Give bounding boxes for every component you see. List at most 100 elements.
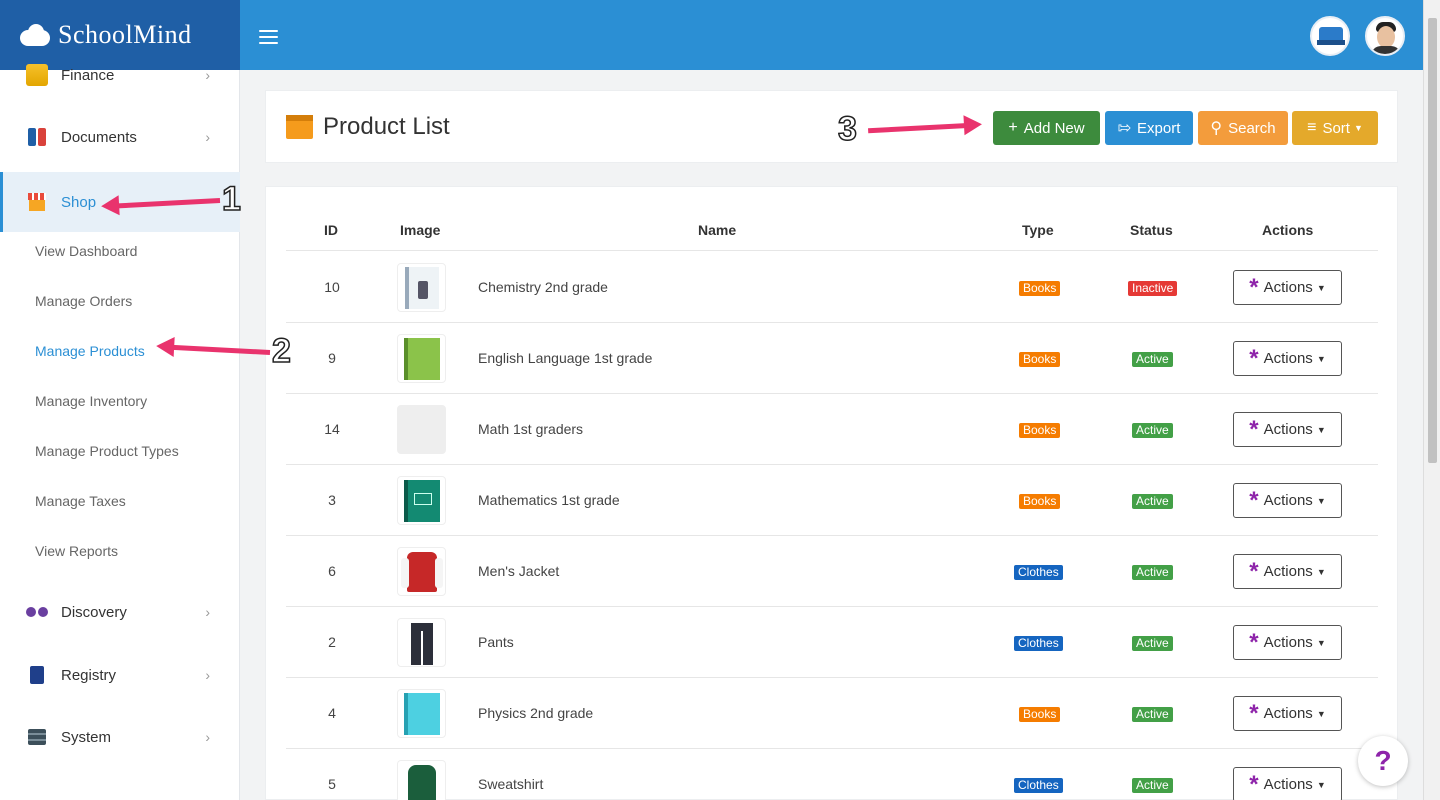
row-name[interactable]: Men's Jacket [478,563,559,579]
sidebar: Finance › Documents › Shop View Dashboar… [0,64,240,800]
page-title: Product List [286,113,450,141]
registry-book-icon [26,664,48,686]
sidebar-sub-manage-taxes[interactable]: Manage Taxes [35,493,126,509]
type-badge: Books [1019,352,1061,367]
status-badge: Active [1132,423,1173,438]
table-row: 3 Mathematics 1st grade Books Active * A… [286,465,1378,536]
menu-toggle-icon[interactable] [259,30,278,44]
column-header-name[interactable]: Name [698,222,736,238]
product-image-chemistry-book[interactable] [397,263,446,312]
row-name[interactable]: Pants [478,634,514,650]
actions-dropdown-button[interactable]: * Actions ▼ [1233,554,1342,589]
asterisk-icon: * [1249,557,1259,585]
table-row: 9 English Language 1st grade Books Activ… [286,323,1378,394]
sidebar-item-discovery[interactable]: Discovery › [0,584,240,640]
table-row: 4 Physics 2nd grade Books Active * Actio… [286,678,1378,749]
row-name[interactable]: Physics 2nd grade [478,705,593,721]
type-badge: Books [1019,707,1061,722]
sidebar-sub-manage-orders[interactable]: Manage Orders [35,293,132,309]
add-new-button[interactable]: + Add New [993,111,1100,145]
table-row: 2 Pants Clothes Active * Actions ▼ [286,607,1378,678]
search-label: Search [1228,119,1276,137]
help-button[interactable]: ? [1358,736,1408,786]
actions-dropdown-button[interactable]: * Actions ▼ [1233,483,1342,518]
header-divider [286,250,1378,251]
row-name[interactable]: Chemistry 2nd grade [478,279,608,295]
brand-name: SchoolMind [58,20,192,49]
sidebar-sub-manage-products[interactable]: Manage Products [35,343,145,359]
actions-label: Actions [1263,279,1313,296]
scrollbar-thumb[interactable] [1428,18,1437,463]
sliders-icon: ≡ [1307,119,1317,136]
table-row: 5 Sweatshirt Clothes Active * Actions ▼ [286,749,1378,800]
actions-dropdown-button[interactable]: * Actions ▼ [1233,696,1342,731]
sidebar-item-system[interactable]: System › [0,709,240,765]
actions-label: Actions [1263,776,1313,793]
status-badge: Active [1132,778,1173,793]
actions-label: Actions [1263,492,1313,509]
caret-down-icon: ▼ [1316,708,1326,719]
sidebar-sub-view-reports[interactable]: View Reports [35,543,118,559]
add-new-label: Add New [1023,119,1085,137]
product-image-pants[interactable] [397,618,446,667]
cloud-logo-icon [20,24,50,46]
sidebar-sub-manage-product-types[interactable]: Manage Product Types [35,443,179,459]
status-badge: Active [1132,565,1173,580]
actions-dropdown-button[interactable]: * Actions ▼ [1233,412,1342,447]
asterisk-icon: * [1249,344,1259,372]
search-button[interactable]: ⚲ Search [1198,111,1288,145]
annotation-number-2: 2 [271,331,291,371]
export-icon: ⇰ [1117,120,1132,137]
help-question-icon: ? [1374,745,1392,776]
actions-dropdown-button[interactable]: * Actions ▼ [1233,625,1342,660]
sidebar-item-documents[interactable]: Documents › [0,109,240,165]
sidebar-item-registry[interactable]: Registry › [0,647,240,703]
binoculars-icon [26,601,48,623]
actions-label: Actions [1263,350,1313,367]
page-scrollbar[interactable] [1423,0,1440,800]
row-name[interactable]: Math 1st graders [478,421,583,437]
row-name[interactable]: Mathematics 1st grade [478,492,620,508]
table-row: 10 Chemistry 2nd grade Books Inactive * … [286,252,1378,323]
sidebar-sub-view-dashboard[interactable]: View Dashboard [35,243,137,259]
asterisk-icon: * [1249,699,1259,727]
school-avatar[interactable] [1310,16,1350,56]
status-badge: Active [1132,707,1173,722]
annotation-number-3: 3 [837,109,857,149]
product-image-english-book[interactable] [397,334,446,383]
caret-down-icon: ▼ [1316,566,1326,577]
actions-label: Actions [1263,705,1313,722]
sidebar-sub-manage-inventory[interactable]: Manage Inventory [35,393,147,409]
column-header-id[interactable]: ID [324,222,338,238]
column-header-image: Image [400,222,441,238]
user-avatar[interactable] [1365,16,1405,56]
product-image-math-book[interactable] [397,476,446,525]
actions-dropdown-button[interactable]: * Actions ▼ [1233,341,1342,376]
sidebar-item-finance[interactable]: Finance › [0,47,240,103]
caret-down-icon: ▼ [1316,779,1326,790]
server-icon [26,726,48,748]
row-name[interactable]: English Language 1st grade [478,350,652,366]
product-image-jacket[interactable] [397,547,446,596]
status-badge: Active [1132,636,1173,651]
sidebar-item-label: Finance [61,66,115,84]
sidebar-item-label: Registry [61,666,117,684]
product-image-physics-book[interactable] [397,689,446,738]
caret-down-icon: ▼ [1316,637,1326,648]
sort-button[interactable]: ≡ Sort ▼ [1292,111,1378,145]
asterisk-icon: * [1249,770,1259,798]
column-header-status[interactable]: Status [1130,222,1173,238]
actions-dropdown-button[interactable]: * Actions ▼ [1233,767,1342,800]
row-id: 3 [328,492,336,508]
type-badge: Books [1019,423,1061,438]
sort-label: Sort [1322,119,1350,137]
column-header-type[interactable]: Type [1022,222,1054,238]
actions-label: Actions [1263,634,1313,651]
product-image-sweatshirt[interactable] [397,760,446,800]
export-button[interactable]: ⇰ Export [1105,111,1193,145]
actions-dropdown-button[interactable]: * Actions ▼ [1233,270,1342,305]
row-name[interactable]: Sweatshirt [478,776,543,792]
type-badge: Clothes [1014,636,1063,651]
type-badge: Clothes [1014,778,1063,793]
product-image-placeholder[interactable] [397,405,446,454]
